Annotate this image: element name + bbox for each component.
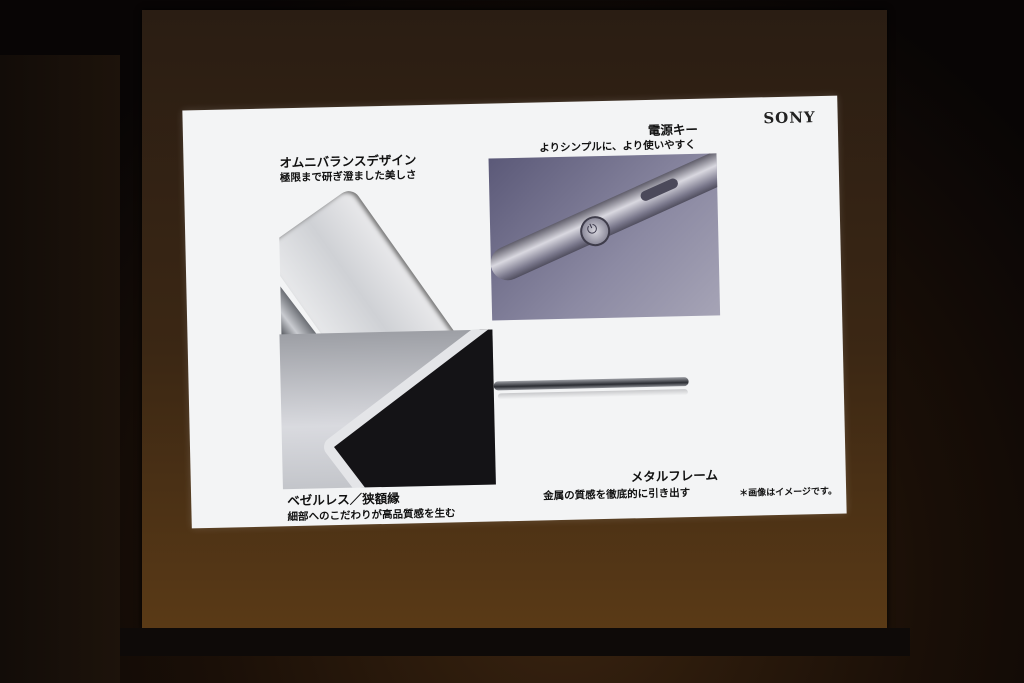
section-title-bezelless: ベゼルレス／狭額縁 [287,490,400,509]
metal-frame-photo [493,359,694,414]
phone-back-photo [277,174,492,339]
thin-phone-side [493,377,689,391]
sony-logo: SONY [763,108,816,128]
section-subtitle-design: 極限まで研ぎ澄ました美しさ [279,169,417,185]
bezelless-photo [279,329,496,490]
section-subtitle-bezelless: 細部へのこだわりが高品質感を生む [287,507,456,524]
section-subtitle-metal-frame: 金属の質感を徹底的に引き出す [543,487,691,503]
phone-front-glass [320,329,496,490]
screen-base [120,628,910,656]
power-key-photo: ⏻ [488,153,721,321]
left-wall [0,55,120,683]
section-subtitle-power-key: よりシンプルに、より使いやすく [539,138,696,155]
phone-back-panel [277,186,491,339]
power-icon: ⏻ [584,220,601,239]
section-title-metal-frame: メタルフレーム [630,467,719,485]
projected-slide: SONY ⏻ オムニバランスデザイン 極限まで研ぎ澄ました美しさ 電源キー より… [182,95,847,529]
image-disclaimer-note: ＊画像はイメージです。 [739,486,838,499]
phone-reflection [497,389,688,400]
section-title-power-key: 電源キー [647,121,699,138]
